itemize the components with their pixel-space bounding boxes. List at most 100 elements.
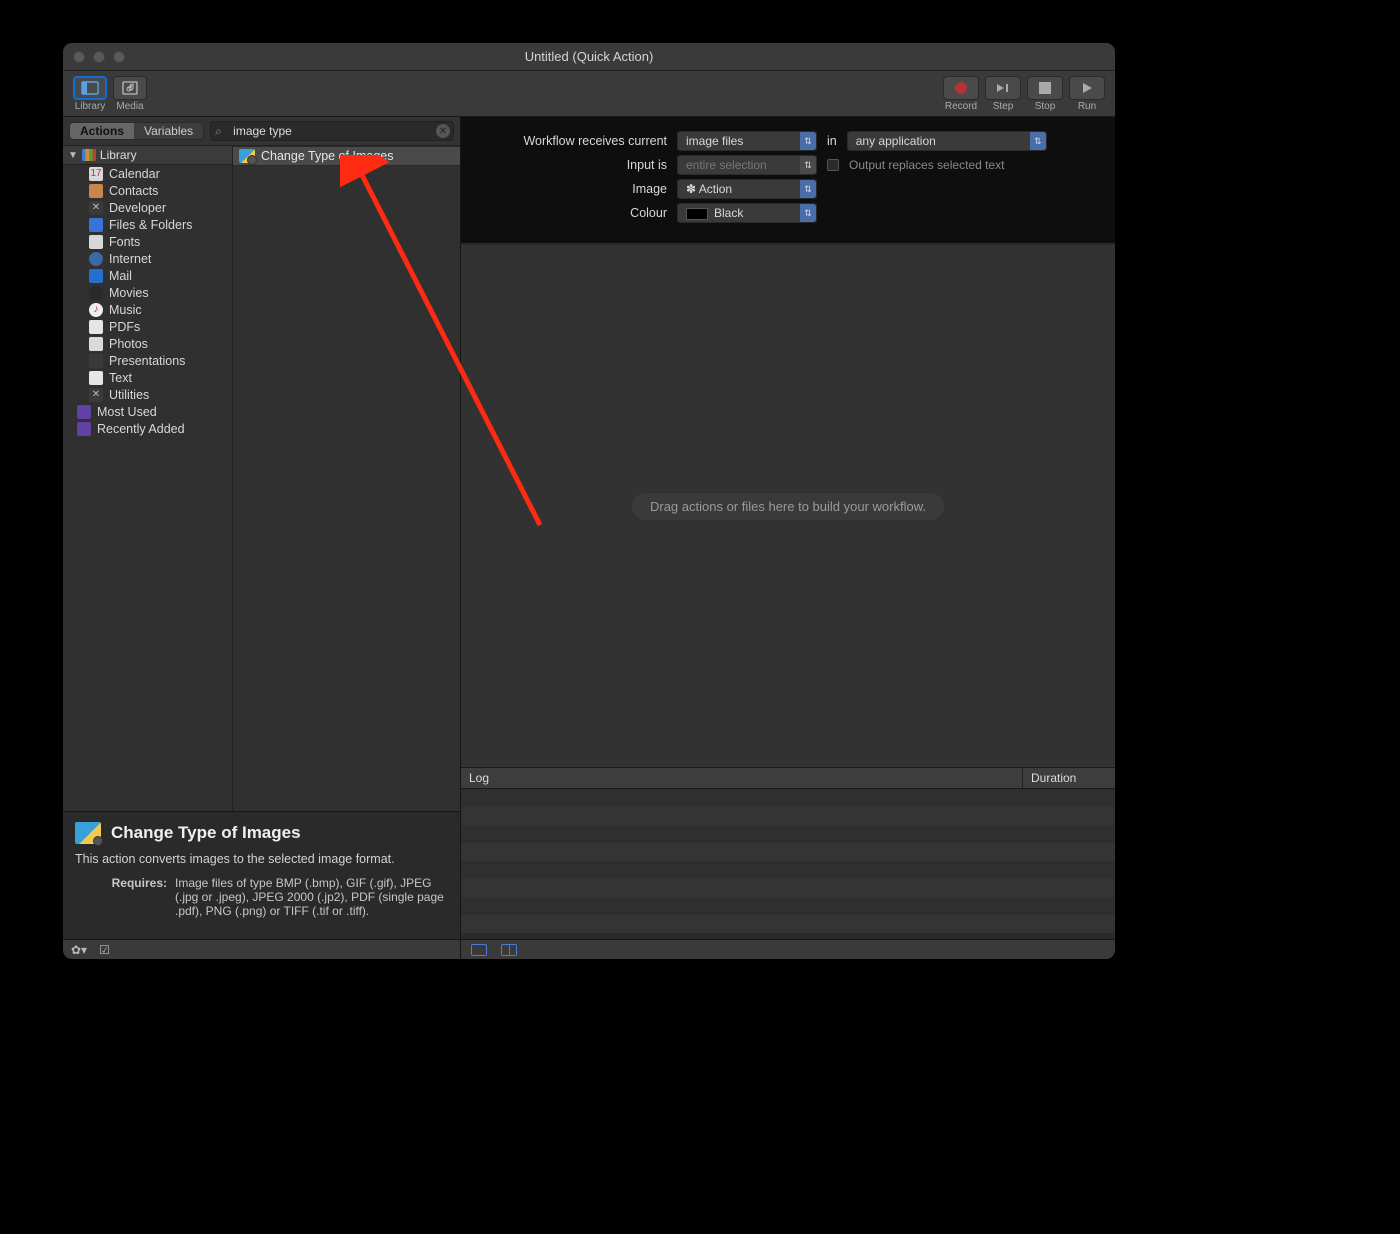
category-utilities[interactable]: ✕Utilities	[63, 386, 232, 403]
category-files-folders[interactable]: Files & Folders	[63, 216, 232, 233]
category-calendar[interactable]: 17Calendar	[63, 165, 232, 182]
log-row	[461, 807, 1115, 825]
workflow-params: Workflow receives current image files ⇅ …	[461, 117, 1115, 244]
smartfolder-icon	[77, 422, 91, 436]
library-label: Library	[75, 101, 106, 112]
right-status-bar	[461, 939, 1115, 959]
param-image-label: Image	[477, 182, 667, 196]
meta-most-used[interactable]: Most Used	[63, 403, 232, 420]
word-in: in	[827, 134, 837, 148]
sidebar: Actions Variables ⌕ ✕ ▼ Library	[63, 117, 461, 959]
info-requires-text: Image files of type BMP (.bmp), GIF (.gi…	[175, 876, 448, 918]
developer-icon: ✕	[89, 201, 103, 215]
chevron-updown-icon: ⇅	[800, 132, 816, 150]
results-list[interactable]: Change Type of Images	[233, 146, 460, 811]
param-receives-label: Workflow receives current	[477, 134, 667, 148]
library-header-label: Library	[100, 148, 137, 162]
sidebar-tabs[interactable]: Actions Variables	[69, 122, 204, 140]
step-label: Step	[993, 101, 1014, 112]
black-swatch-icon	[686, 208, 708, 220]
library-button[interactable]	[73, 76, 107, 100]
titlebar: Untitled (Quick Action)	[63, 43, 1115, 71]
library-tree[interactable]: ▼ Library 17Calendar Contacts ✕Developer…	[63, 146, 233, 811]
chevron-updown-icon: ⇅	[1030, 132, 1046, 150]
category-developer[interactable]: ✕Developer	[63, 199, 232, 216]
chevron-updown-icon: ⇅	[800, 156, 816, 174]
view-list-icon[interactable]	[471, 944, 487, 956]
log-row	[461, 897, 1115, 915]
param-input-select: entire selection ⇅	[677, 155, 817, 175]
workflow-canvas[interactable]: Drag actions or files here to build your…	[461, 244, 1115, 767]
inbox-icon[interactable]: ☑	[99, 943, 110, 957]
category-mail[interactable]: Mail	[63, 267, 232, 284]
tab-actions[interactable]: Actions	[70, 123, 134, 139]
image-action-icon	[239, 149, 255, 163]
automator-window: Untitled (Quick Action) Library Media Re…	[62, 42, 1116, 960]
log-body[interactable]	[461, 789, 1115, 939]
info-description: This action converts images to the selec…	[75, 852, 448, 866]
result-change-type-of-images[interactable]: Change Type of Images	[233, 146, 460, 166]
tab-variables[interactable]: Variables	[134, 123, 203, 139]
category-music[interactable]: ♪Music	[63, 301, 232, 318]
category-text[interactable]: Text	[63, 369, 232, 386]
disclosure-triangle-icon[interactable]: ▼	[68, 150, 78, 161]
category-presentations[interactable]: Presentations	[63, 352, 232, 369]
record-label: Record	[945, 101, 977, 112]
search-icon: ⌕	[215, 124, 222, 139]
meta-recently-added[interactable]: Recently Added	[63, 420, 232, 437]
category-fonts[interactable]: Fonts	[63, 233, 232, 250]
music-icon: ♪	[89, 303, 103, 317]
param-receives-select[interactable]: image files ⇅	[677, 131, 817, 151]
param-image-select[interactable]: ✽ Action ⇅	[677, 179, 817, 199]
log-row	[461, 825, 1115, 843]
run-button[interactable]	[1069, 76, 1105, 100]
photos-icon	[89, 337, 103, 351]
library-header[interactable]: ▼ Library	[63, 146, 232, 165]
calendar-icon: 17	[89, 167, 103, 181]
output-replaces-checkbox	[827, 159, 839, 171]
toolbar: Library Media Record Step	[63, 71, 1115, 117]
param-input-label: Input is	[477, 158, 667, 172]
presentations-icon	[89, 354, 103, 368]
info-title: Change Type of Images	[111, 823, 301, 843]
record-button[interactable]	[943, 76, 979, 100]
result-label: Change Type of Images	[261, 149, 394, 163]
library-icon	[82, 149, 96, 161]
log-col-duration[interactable]: Duration	[1023, 768, 1115, 788]
record-icon	[955, 82, 967, 94]
search-input[interactable]	[210, 121, 454, 141]
contacts-icon	[89, 184, 103, 198]
stop-button[interactable]	[1027, 76, 1063, 100]
step-button[interactable]	[985, 76, 1021, 100]
category-pdfs[interactable]: PDFs	[63, 318, 232, 335]
output-replaces-label: Output replaces selected text	[849, 158, 1004, 172]
chevron-updown-icon: ⇅	[800, 180, 816, 198]
category-photos[interactable]: Photos	[63, 335, 232, 352]
window-title: Untitled (Quick Action)	[63, 49, 1115, 64]
log-row	[461, 861, 1115, 879]
fonts-icon	[89, 235, 103, 249]
gear-menu-icon[interactable]: ✿▾	[71, 943, 87, 957]
category-movies[interactable]: Movies	[63, 284, 232, 301]
movies-icon	[89, 286, 103, 300]
text-icon	[89, 371, 103, 385]
search-field[interactable]: ⌕ ✕	[210, 121, 454, 141]
info-panel: Change Type of Images This action conver…	[63, 811, 460, 939]
category-internet[interactable]: Internet	[63, 250, 232, 267]
canvas-empty-hint: Drag actions or files here to build your…	[632, 493, 944, 520]
run-label: Run	[1078, 101, 1096, 112]
param-app-select[interactable]: any application ⇅	[847, 131, 1047, 151]
media-label: Media	[116, 101, 143, 112]
view-columns-icon[interactable]	[501, 944, 517, 956]
pdf-icon	[89, 320, 103, 334]
folder-icon	[89, 218, 103, 232]
log-row	[461, 879, 1115, 897]
param-colour-select[interactable]: Black ⇅	[677, 203, 817, 223]
media-button[interactable]	[113, 76, 147, 100]
log-col-log[interactable]: Log	[461, 768, 1023, 788]
log-row	[461, 789, 1115, 807]
mail-icon	[89, 269, 103, 283]
image-action-icon	[75, 822, 101, 844]
clear-search-icon[interactable]: ✕	[436, 124, 450, 138]
category-contacts[interactable]: Contacts	[63, 182, 232, 199]
